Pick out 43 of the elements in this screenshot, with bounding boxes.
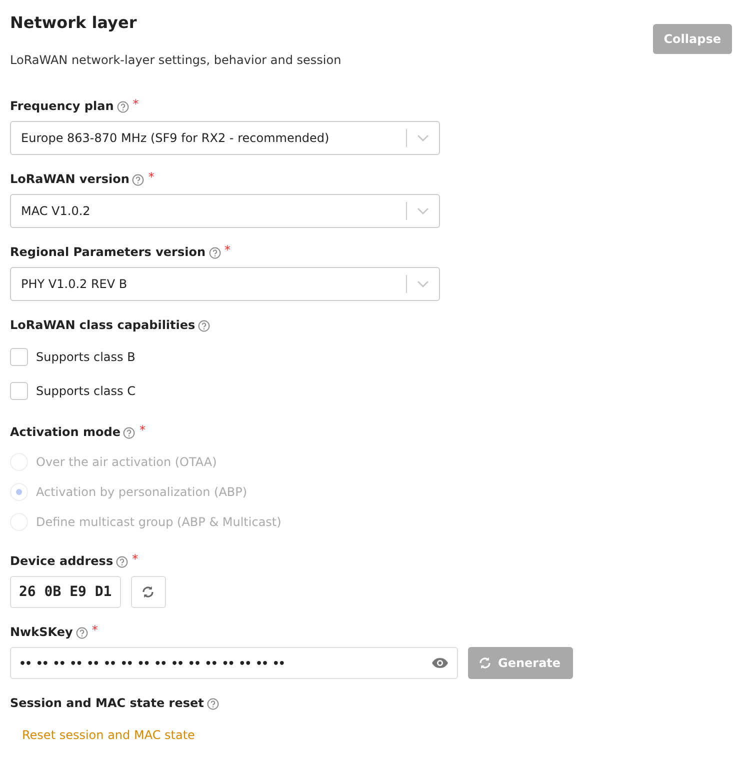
help-icon: [208, 247, 221, 259]
required-mark: *: [148, 170, 154, 184]
help-icon: [123, 427, 136, 439]
required-mark: *: [224, 243, 231, 257]
eye-icon: [431, 657, 449, 669]
required-mark: *: [92, 623, 98, 637]
field-label: Device address: [10, 554, 114, 568]
section-title: Network layer: [10, 13, 138, 32]
key-field[interactable]: •• •• •• •• •• •• •• •• •• •• •• •• •• •• •• ••: [10, 647, 458, 679]
field-label: NwkSKey: [10, 625, 73, 639]
checkbox[interactable]: [10, 348, 28, 366]
chevron-down-icon: [417, 280, 429, 288]
field-label: LoRaWAN version: [10, 172, 130, 186]
regenerate-button[interactable]: [130, 576, 166, 608]
checkbox-label: Supports class C: [36, 384, 136, 398]
help-icon: [116, 556, 128, 568]
refresh-icon: [141, 585, 156, 599]
chevron-down-icon: [417, 207, 429, 215]
select-field[interactable]: MAC V1.0.2: [10, 194, 440, 228]
field-label: Session and MAC state reset: [10, 696, 204, 710]
required-mark: *: [132, 97, 139, 111]
required-mark: *: [132, 552, 138, 566]
help-icon: [198, 320, 210, 332]
field-label: Activation mode: [10, 425, 120, 439]
help-icon: [132, 174, 144, 186]
help-icon: [206, 698, 219, 710]
select-field[interactable]: Europe 863-870 MHz (SF9 for RX2 - recommended): [10, 121, 440, 155]
help-icon: [76, 627, 88, 639]
help-icon: [116, 101, 129, 113]
checkbox-label: Supports class B: [36, 350, 136, 364]
address-field[interactable]: 26 0B E9 D1: [10, 576, 121, 608]
section-description: LoRaWAN network-layer settings, behavior and session: [10, 53, 342, 67]
refresh-icon: [478, 656, 492, 670]
select-field[interactable]: PHY V1.0.2 REV B: [10, 267, 440, 301]
checkbox[interactable]: [10, 382, 28, 400]
field-label: Frequency plan: [10, 99, 114, 113]
radio-label: Activation by personalization (ABP): [36, 485, 248, 499]
radio-label: Define multicast group (ABP & Multicast): [36, 515, 282, 529]
chevron-down-icon: [417, 134, 429, 142]
required-mark: *: [139, 423, 146, 437]
radio-label: Over the air activation (OTAA): [36, 455, 217, 469]
field-label: LoRaWAN class capabilities: [10, 318, 196, 332]
field-label: Regional Parameters version: [10, 245, 206, 259]
